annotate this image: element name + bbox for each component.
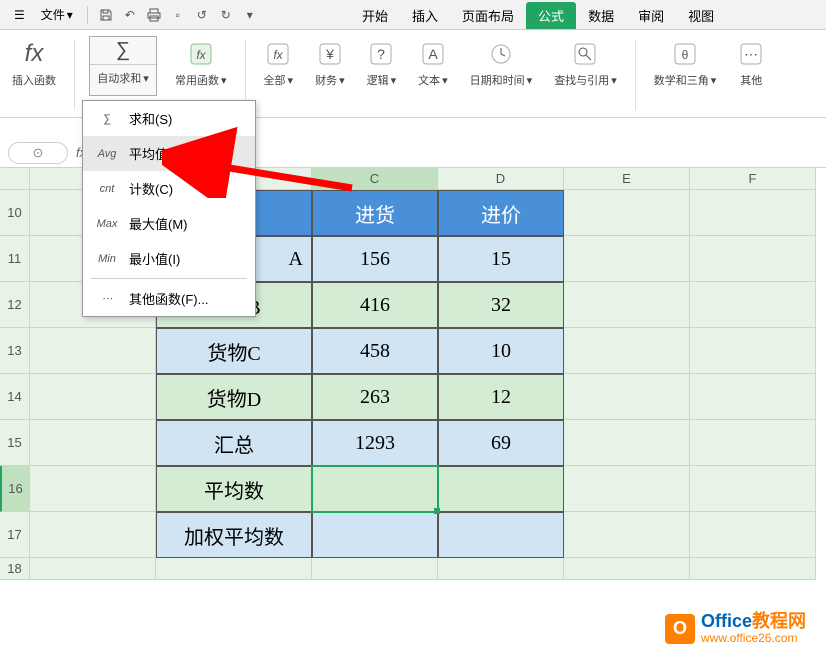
all-functions-button[interactable]: fx 全部▾ xyxy=(260,36,298,90)
max-icon: Max xyxy=(95,218,119,230)
dropdown-min[interactable]: Min 最小值(I) xyxy=(83,241,255,276)
more-fn-icon: ⋯ xyxy=(95,292,119,305)
row-header[interactable]: 10 xyxy=(0,190,30,236)
watermark-logo: O xyxy=(665,614,695,644)
text-icon: A xyxy=(420,38,446,70)
datetime-button[interactable]: 日期和时间▾ xyxy=(466,36,537,90)
col-header-f[interactable]: F xyxy=(690,168,816,190)
dropdown-other[interactable]: ⋯ 其他函数(F)... xyxy=(83,281,255,316)
sigma-small-icon: ∑ xyxy=(95,113,119,125)
common-functions-button[interactable]: fx 常用函数▾ xyxy=(171,36,231,90)
tab-view[interactable]: 视图 xyxy=(676,2,726,29)
chevron-down-icon: ▾ xyxy=(143,72,149,85)
logical-button[interactable]: ? 逻辑▾ xyxy=(363,36,401,90)
text-button[interactable]: A 文本▾ xyxy=(414,36,452,90)
table-header: 进价 xyxy=(438,190,564,236)
svg-text:θ: θ xyxy=(682,48,689,62)
watermark: O Office教程网 www.office26.com xyxy=(665,612,806,645)
col-header-d[interactable]: D xyxy=(438,168,564,190)
table-header: 进货 xyxy=(312,190,438,236)
other-button[interactable]: ⋯ 其他 xyxy=(734,36,768,90)
tab-review[interactable]: 审阅 xyxy=(626,2,676,29)
other-icon: ⋯ xyxy=(738,38,764,70)
sigma-icon: ∑ xyxy=(90,37,156,65)
tab-formula[interactable]: 公式 xyxy=(526,2,576,29)
star-fn-icon: fx xyxy=(188,38,214,70)
autosum-dropdown: ∑ 求和(S) Avg 平均值(A) cnt 计数(C) Max 最大值(M) … xyxy=(82,100,256,317)
svg-text:⋯: ⋯ xyxy=(744,46,758,62)
lookup-icon xyxy=(572,38,598,70)
financial-icon: ¥ xyxy=(317,38,343,70)
math-icon: θ xyxy=(672,38,698,70)
math-button[interactable]: θ 数学和三角▾ xyxy=(650,36,721,90)
dropdown-max[interactable]: Max 最大值(M) xyxy=(83,206,255,241)
col-header-e[interactable]: E xyxy=(564,168,690,190)
dropdown-count[interactable]: cnt 计数(C) xyxy=(83,171,255,206)
all-fn-icon: fx xyxy=(265,38,291,70)
fx-icon: fx xyxy=(25,38,44,70)
tab-layout[interactable]: 页面布局 xyxy=(450,2,526,29)
clock-icon xyxy=(488,38,514,70)
name-box[interactable]: ⊙ xyxy=(8,142,68,164)
svg-text:¥: ¥ xyxy=(325,46,334,62)
ribbon-tabs: 开始 插入 页面布局 公式 数据 审阅 视图 xyxy=(0,0,826,30)
svg-text:fx: fx xyxy=(196,48,206,62)
cnt-icon: cnt xyxy=(95,183,119,195)
svg-text:fx: fx xyxy=(274,48,284,62)
col-header-c[interactable]: C xyxy=(312,168,438,190)
lookup-button[interactable]: 查找与引用▾ xyxy=(550,36,621,90)
avg-icon: Avg xyxy=(95,148,119,160)
tab-insert[interactable]: 插入 xyxy=(400,2,450,29)
insert-function-button[interactable]: fx 插入函数 xyxy=(8,36,60,90)
financial-button[interactable]: ¥ 财务▾ xyxy=(311,36,349,90)
tab-data[interactable]: 数据 xyxy=(576,2,626,29)
min-icon: Min xyxy=(95,253,119,265)
dropdown-sum[interactable]: ∑ 求和(S) xyxy=(83,101,255,136)
autosum-button[interactable]: ∑ 自动求和▾ xyxy=(89,36,157,96)
dropdown-average[interactable]: Avg 平均值(A) xyxy=(83,136,255,171)
svg-text:?: ? xyxy=(377,46,385,62)
svg-text:A: A xyxy=(428,46,438,62)
logical-icon: ? xyxy=(368,38,394,70)
selected-cell[interactable] xyxy=(312,466,438,512)
tab-start[interactable]: 开始 xyxy=(350,2,400,29)
